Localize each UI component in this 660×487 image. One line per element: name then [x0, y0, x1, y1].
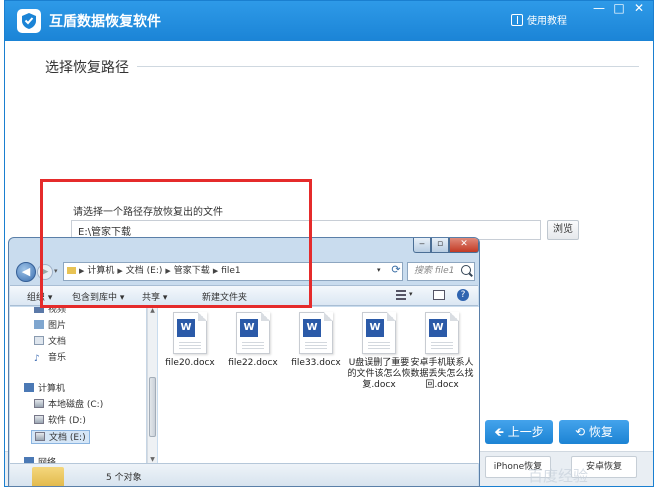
path-label: 请选择一个路径存放恢复出的文件 [73, 207, 223, 218]
back-arrow-icon: 🡸 [494, 425, 508, 439]
nav-item-pictures[interactable]: 图片 [34, 319, 66, 333]
nav-item-label: 图片 [48, 321, 67, 331]
address-dropdown-icon[interactable]: ▾ [377, 266, 381, 274]
app-title: 互盾数据恢复软件 [49, 14, 161, 30]
search-box[interactable]: 搜索 file1 [407, 262, 475, 281]
nav-scrollbar[interactable]: ▲ ▼ [147, 307, 157, 463]
section-title: 选择恢复路径 [45, 60, 129, 76]
nav-item-label: 音乐 [48, 353, 67, 363]
dialog-close-button[interactable]: ✕ [449, 238, 479, 253]
nav-item-network[interactable]: 网络 [24, 456, 56, 463]
breadcrumb-item[interactable]: 计算机 [87, 266, 114, 276]
view-dropdown-icon[interactable]: ▾ [409, 290, 413, 298]
document-icon [34, 336, 44, 345]
nav-item-music[interactable]: ♪ 音乐 [34, 351, 66, 365]
breadcrumb-item[interactable]: 文档 (E:) [126, 266, 163, 276]
file-item[interactable]: W file33.docx [284, 312, 348, 369]
scroll-down-icon[interactable]: ▼ [149, 456, 156, 463]
section-divider [137, 66, 639, 67]
recover-label: 恢复 [588, 425, 613, 439]
file-item[interactable]: W file22.docx [221, 312, 285, 369]
nav-item-video[interactable]: 视频 [34, 307, 66, 317]
file-item[interactable]: W file20.docx [158, 312, 222, 369]
picture-icon [34, 320, 44, 329]
view-options-icon[interactable] [396, 290, 406, 300]
command-bar: 组织 ▾ 包含到库中 ▾ 共享 ▾ 新建文件夹 ▾ ? [10, 285, 478, 306]
word-document-icon: W [236, 312, 270, 354]
nav-item-label: 本地磁盘 (C:) [48, 400, 104, 410]
scroll-up-icon[interactable]: ▲ [149, 307, 156, 314]
preview-pane-icon[interactable] [433, 290, 445, 300]
nav-item-drive-e[interactable]: 文档 (E:) [31, 430, 90, 444]
status-bar: 5 个对象 [10, 463, 478, 486]
close-button[interactable]: ✕ [629, 1, 649, 17]
navigation-pane: 视频 图片 文档 ♪ 音乐 计算机 本地磁盘 (C:) 软件 (D:) 文档 (E… [10, 307, 147, 463]
organize-menu[interactable]: 组织 ▾ [27, 290, 52, 303]
music-icon: ♪ [34, 354, 40, 364]
nav-item-label: 计算机 [38, 384, 66, 394]
object-count: 5 个对象 [106, 473, 142, 483]
word-document-icon: W [173, 312, 207, 354]
nav-item-label: 软件 (D:) [48, 416, 86, 426]
computer-icon [24, 383, 34, 392]
file-name: file33.docx [291, 358, 341, 368]
book-icon [511, 14, 523, 26]
dialog-maximize-button[interactable]: ▫ [431, 238, 449, 253]
nav-item-drive-c[interactable]: 本地磁盘 (C:) [34, 398, 103, 412]
drive-icon [34, 399, 44, 408]
forward-arrow-icon[interactable]: ▶ [37, 264, 53, 280]
watermark-text: 百度经验 [528, 467, 589, 485]
file-name: U盘误删了重要的文件该怎么恢复.docx [347, 358, 411, 390]
file-list: W file20.docx W file22.docx W file33.doc… [158, 307, 479, 463]
nav-item-label: 视频 [48, 307, 67, 315]
browse-button[interactable]: 浏览 [547, 220, 579, 240]
address-bar[interactable]: ▶ 计算机 ▶ 文档 (E:) ▶ 管家下载 ▶ file1 [63, 262, 403, 281]
file-name: file22.docx [228, 358, 278, 368]
back-button[interactable]: 🡸 上一步 [485, 420, 553, 444]
nav-item-label: 文档 (E:) [49, 433, 86, 443]
minimize-button[interactable]: — [589, 1, 609, 17]
recover-icon: ⟲ [575, 425, 589, 439]
recover-button[interactable]: ⟲ 恢复 [559, 420, 629, 444]
scroll-thumb[interactable] [149, 377, 156, 437]
include-in-library-menu[interactable]: 包含到库中 ▾ [72, 290, 124, 303]
nav-item-label: 文档 [48, 337, 67, 347]
help-icon[interactable]: ? [457, 289, 469, 301]
word-document-icon: W [299, 312, 333, 354]
nav-item-documents[interactable]: 文档 [34, 335, 66, 349]
folder-icon [32, 467, 64, 486]
app-logo-icon [17, 9, 41, 33]
file-item[interactable]: W 安卓手机联系人数据丢失怎么找回.docx [410, 312, 474, 391]
video-icon [34, 307, 44, 313]
breadcrumb-item[interactable]: 管家下载 [174, 266, 210, 276]
help-link[interactable]: 使用教程 [511, 12, 567, 27]
search-icon [461, 265, 471, 275]
file-name: 安卓手机联系人数据丢失怎么找回.docx [410, 358, 474, 390]
help-label: 使用教程 [527, 16, 567, 27]
file-name: file20.docx [165, 358, 215, 368]
maximize-button[interactable]: □ [609, 1, 629, 17]
recent-pages-dropdown[interactable]: ▾ [54, 267, 58, 275]
drive-icon [35, 432, 45, 441]
share-menu[interactable]: 共享 ▾ [142, 290, 167, 303]
title-bar: 互盾数据恢复软件 使用教程 — □ ✕ [5, 1, 653, 41]
new-folder-button[interactable]: 新建文件夹 [202, 290, 247, 303]
refresh-icon[interactable]: ⟳ [389, 264, 403, 278]
dialog-minimize-button[interactable]: ‒ [413, 238, 431, 253]
nav-item-computer[interactable]: 计算机 [24, 382, 65, 396]
word-document-icon: W [425, 312, 459, 354]
drive-icon [34, 415, 44, 424]
nav-item-drive-d[interactable]: 软件 (D:) [34, 414, 86, 428]
folder-browser-dialog: ‒ ▫ ✕ ◀ ▶ ▾ ▶ 计算机 ▶ 文档 (E:) ▶ 管家下载 ▶ file1 ▾ ⟳ … [8, 237, 480, 487]
breadcrumb-item[interactable]: file1 [221, 266, 240, 276]
file-item[interactable]: W U盘误删了重要的文件该怎么恢复.docx [347, 312, 411, 391]
folder-icon [67, 267, 76, 274]
back-label: 上一步 [507, 425, 544, 439]
word-document-icon: W [362, 312, 396, 354]
back-arrow-icon[interactable]: ◀ [16, 262, 36, 282]
search-placeholder: 搜索 file1 [414, 266, 455, 276]
